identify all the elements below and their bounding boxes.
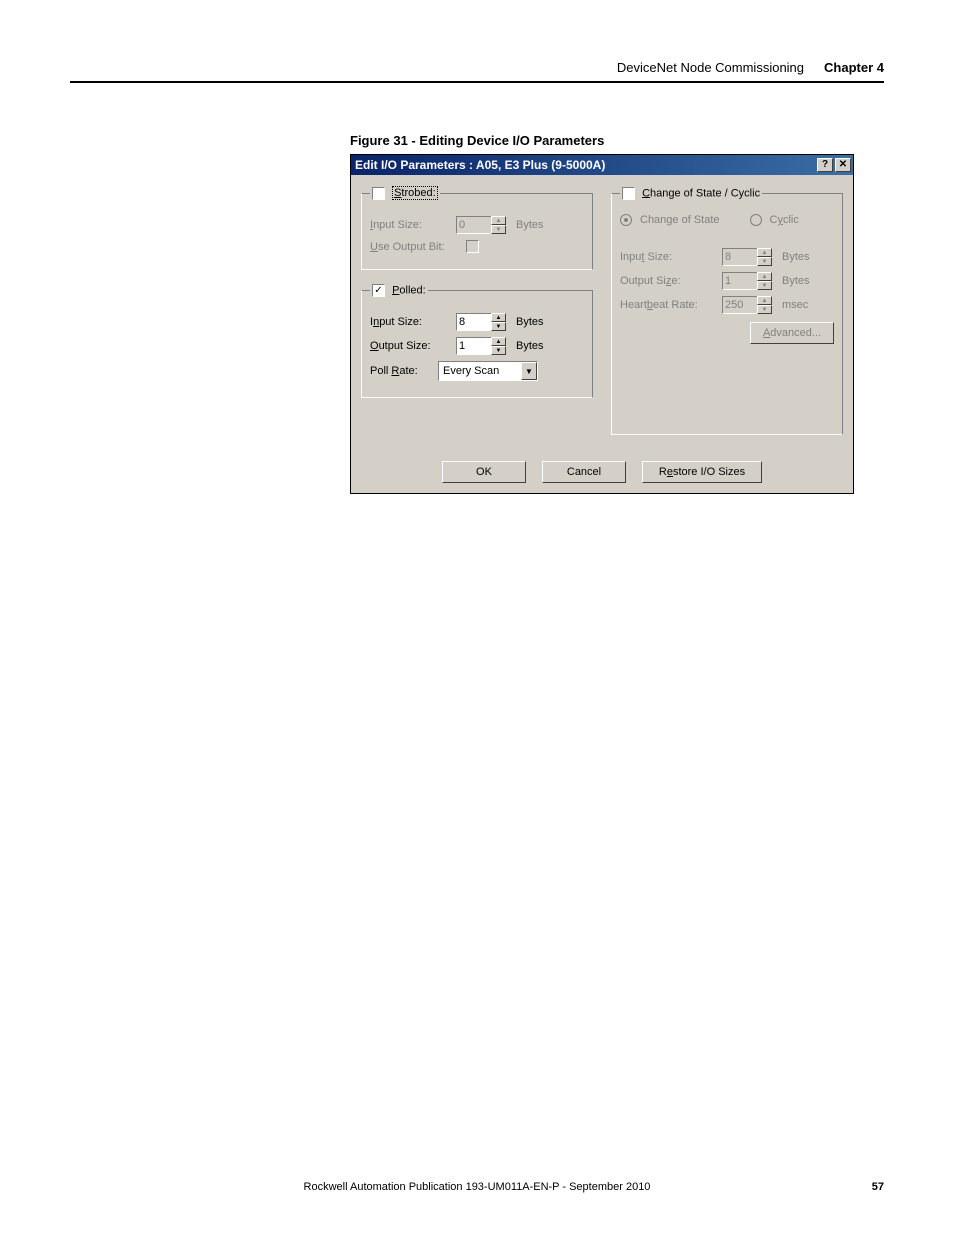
strobed-input-size-field	[456, 216, 492, 234]
dialog-titlebar: Edit I/O Parameters : A05, E3 Plus (9-50…	[351, 155, 853, 175]
cos-output-size-spinner: ▲ ▼	[722, 272, 772, 290]
strobed-input-size-unit: Bytes	[516, 219, 544, 231]
heartbeat-rate-field	[722, 296, 758, 314]
strobed-input-size-label: Input Size:	[370, 219, 450, 231]
polled-input-size-label: Input Size:	[370, 316, 450, 328]
cos-input-size-field	[722, 248, 758, 266]
spin-down-icon: ▼	[757, 305, 772, 314]
spin-up-icon: ▲	[491, 216, 506, 225]
poll-rate-value: Every Scan	[439, 365, 521, 377]
strobed-checkbox[interactable]	[372, 187, 385, 200]
publication-label: Rockwell Automation Publication 193-UM01…	[110, 1181, 844, 1193]
change-of-state-radio	[620, 214, 632, 226]
poll-rate-select[interactable]: Every Scan ▼	[438, 361, 538, 381]
heartbeat-rate-label: Heartbeat Rate:	[620, 299, 716, 311]
polled-checkbox[interactable]: ✓	[372, 284, 385, 297]
close-button[interactable]: ✕	[835, 158, 851, 172]
spin-up-icon[interactable]: ▲	[491, 313, 506, 322]
spin-up-icon[interactable]: ▲	[491, 337, 506, 346]
polled-input-size-unit: Bytes	[516, 316, 544, 328]
cos-cyclic-legend[interactable]: Change of State / Cyclic	[620, 187, 762, 200]
heartbeat-rate-unit: msec	[782, 299, 808, 311]
chapter-label: Chapter 4	[824, 60, 884, 75]
polled-output-size-spinner[interactable]: ▲ ▼	[456, 337, 506, 355]
spin-down-icon: ▼	[757, 281, 772, 290]
strobed-group: Strobed: Input Size: ▲ ▼	[361, 187, 593, 270]
polled-group: ✓ Polled: Input Size: ▲ ▼	[361, 284, 593, 398]
polled-legend[interactable]: ✓ Polled:	[370, 284, 428, 297]
page-header: DeviceNet Node Commissioning Chapter 4	[70, 60, 884, 83]
cyclic-label: Cyclic	[770, 214, 799, 226]
polled-output-size-label: Output Size:	[370, 340, 450, 352]
spin-up-icon: ▲	[757, 272, 772, 281]
change-of-state-radio-item: Change of State	[620, 214, 720, 226]
spin-up-icon: ▲	[757, 248, 772, 257]
restore-io-sizes-button[interactable]: Restore I/O Sizes	[642, 461, 762, 483]
dialog-title: Edit I/O Parameters : A05, E3 Plus (9-50…	[355, 158, 605, 172]
spin-down-icon: ▼	[491, 225, 506, 234]
cos-cyclic-group: Change of State / Cyclic Change of State…	[611, 187, 843, 435]
breadcrumb: DeviceNet Node Commissioning	[617, 60, 804, 75]
cos-output-size-unit: Bytes	[782, 275, 810, 287]
cyclic-radio	[750, 214, 762, 226]
use-output-bit-label: Use Output Bit:	[370, 241, 460, 253]
io-parameters-dialog: Edit I/O Parameters : A05, E3 Plus (9-50…	[350, 154, 854, 494]
page-footer: Rockwell Automation Publication 193-UM01…	[0, 1181, 954, 1193]
help-button[interactable]: ?	[817, 158, 833, 172]
strobed-input-size-spinner: ▲ ▼	[456, 216, 506, 234]
spin-down-icon: ▼	[757, 257, 772, 266]
cyclic-radio-item: Cyclic	[750, 214, 799, 226]
polled-input-size-field[interactable]	[456, 313, 492, 331]
spin-up-icon: ▲	[757, 296, 772, 305]
polled-output-size-field[interactable]	[456, 337, 492, 355]
cos-output-size-field	[722, 272, 758, 290]
strobed-legend[interactable]: Strobed:	[370, 187, 440, 200]
cos-input-size-label: Input Size:	[620, 251, 716, 263]
cos-input-size-spinner: ▲ ▼	[722, 248, 772, 266]
polled-input-size-spinner[interactable]: ▲ ▼	[456, 313, 506, 331]
figure-caption: Figure 31 - Editing Device I/O Parameter…	[350, 133, 884, 148]
advanced-button: Advanced...	[750, 322, 834, 344]
polled-output-size-unit: Bytes	[516, 340, 544, 352]
poll-rate-label: Poll Rate:	[370, 365, 432, 377]
ok-button[interactable]: OK	[442, 461, 526, 483]
cancel-button[interactable]: Cancel	[542, 461, 626, 483]
spin-down-icon[interactable]: ▼	[491, 346, 506, 355]
chevron-down-icon[interactable]: ▼	[521, 362, 537, 380]
cos-input-size-unit: Bytes	[782, 251, 810, 263]
cos-output-size-label: Output Size:	[620, 275, 716, 287]
heartbeat-rate-spinner: ▲ ▼	[722, 296, 772, 314]
cos-cyclic-checkbox[interactable]	[622, 187, 635, 200]
use-output-bit-checkbox	[466, 240, 479, 253]
change-of-state-label: Change of State	[640, 214, 720, 226]
spin-down-icon[interactable]: ▼	[491, 322, 506, 331]
page-number: 57	[844, 1181, 884, 1193]
